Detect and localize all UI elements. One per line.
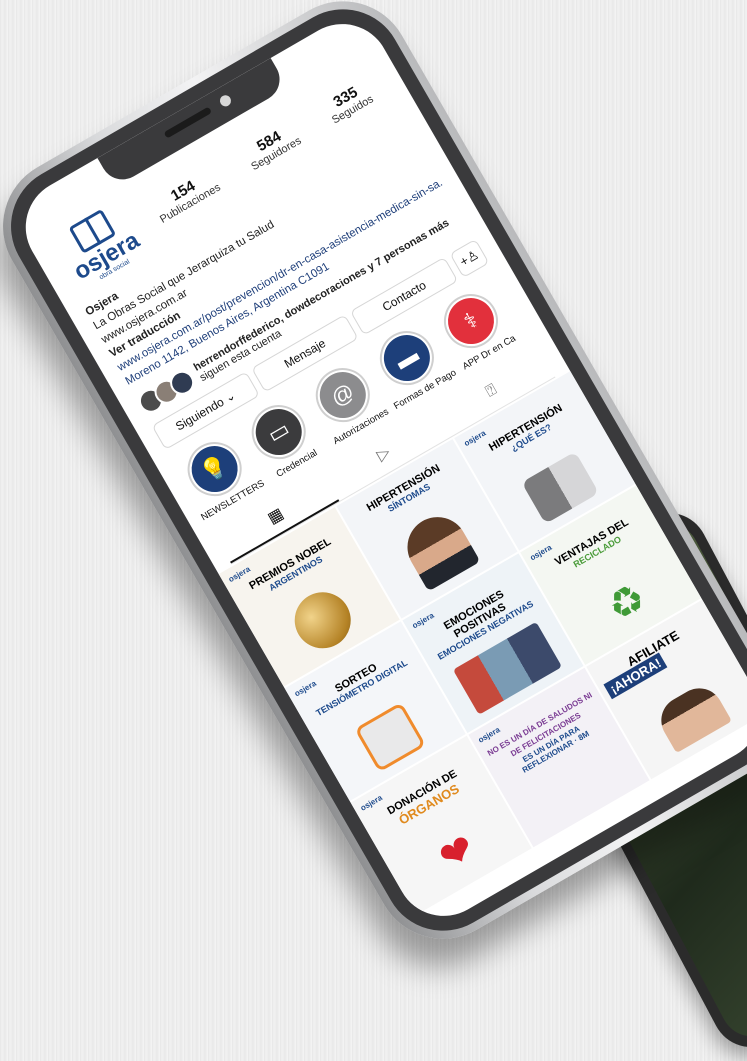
family-photo (652, 679, 732, 754)
nobel-medal-icon (284, 582, 361, 659)
heart-icon: ❤ (431, 825, 483, 881)
stat-following[interactable]: 335 Seguidos (321, 78, 376, 127)
stat-followers[interactable]: 584 Seguidores (241, 120, 303, 173)
tensiometer-icon (354, 702, 427, 773)
add-person-icon[interactable]: +♙ (449, 238, 490, 279)
woman-photo (396, 506, 481, 592)
recycle-icon: ♻ (600, 574, 654, 631)
phone: osjera obra social 154 Publicaciones 584… (0, 0, 747, 964)
stat-posts[interactable]: 154 Publicaciones (149, 167, 223, 225)
